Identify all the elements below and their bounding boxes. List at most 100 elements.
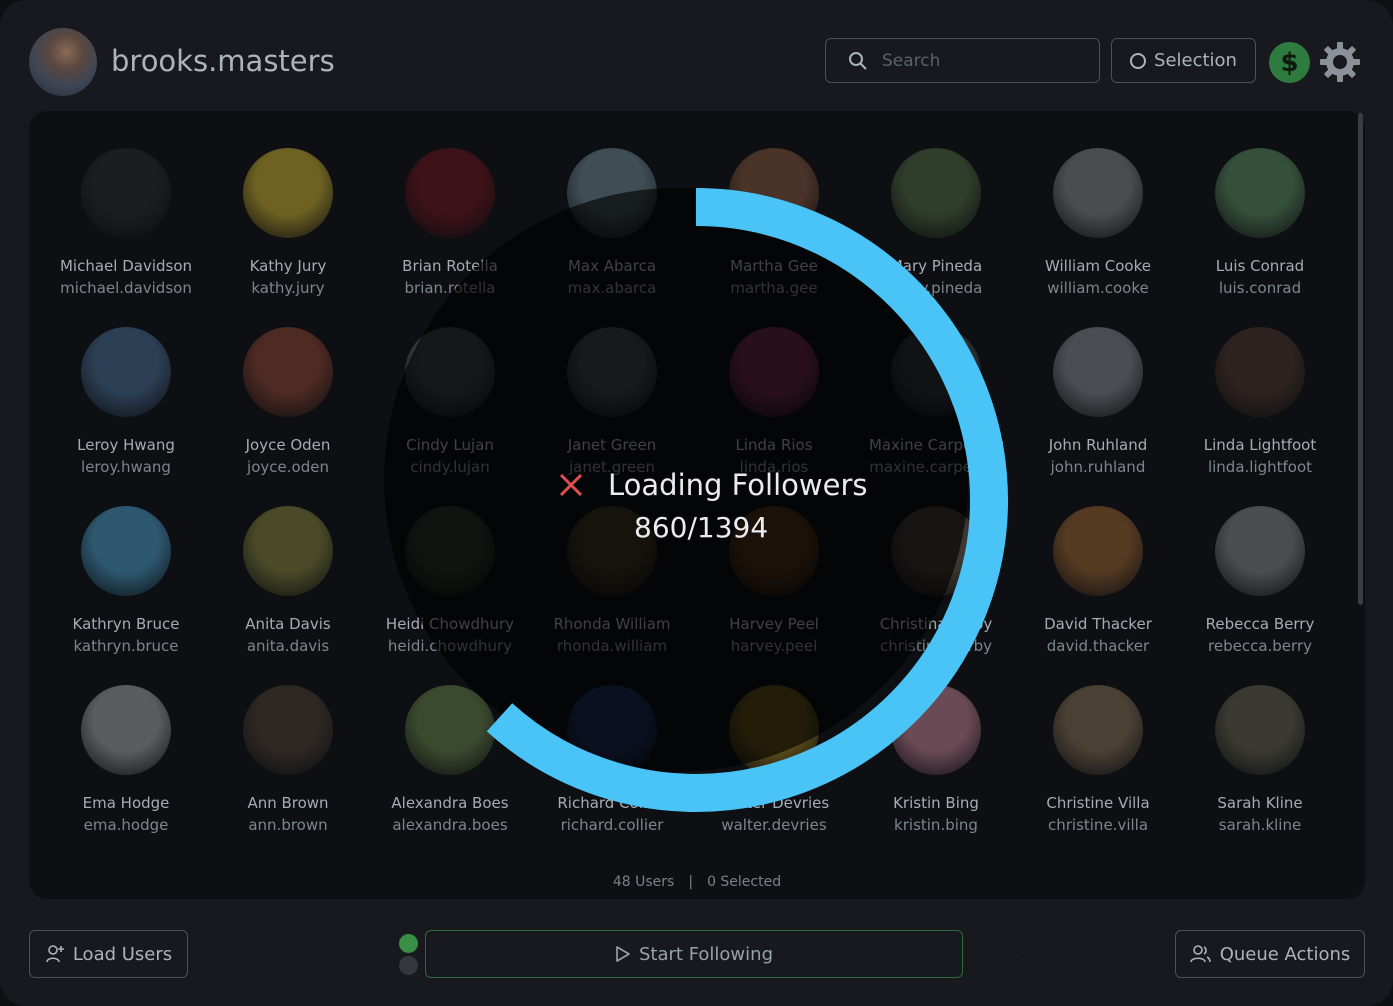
loading-title: Loading Followers (608, 468, 868, 502)
user-card[interactable]: Joyce Oden joyce.oden (207, 327, 369, 477)
add-user-icon (46, 945, 64, 963)
username-label: brooks.masters (111, 44, 335, 78)
queue-actions-button[interactable]: Queue Actions (1175, 930, 1365, 978)
user-name: Leroy Hwang (77, 436, 175, 454)
load-users-label: Load Users (72, 943, 173, 965)
search-icon (849, 51, 867, 70)
user-avatar (1215, 148, 1305, 238)
user-name: Joyce Oden (245, 436, 331, 454)
user-name: John Ruhland (1048, 436, 1148, 454)
user-card[interactable]: Ema Hodge ema.hodge (45, 685, 207, 835)
user-avatar (1215, 685, 1305, 775)
user-name: William Cooke (1045, 257, 1151, 275)
user-name: Ema Hodge (82, 794, 170, 812)
user-name: Rebecca Berry (1205, 615, 1315, 633)
user-name: Christine Villa (1046, 794, 1150, 812)
user-card[interactable]: Luis Conrad luis.conrad (1179, 148, 1341, 298)
user-card[interactable]: David Thacker david.thacker (1017, 506, 1179, 656)
search-box[interactable] (825, 38, 1100, 83)
selection-button[interactable]: Selection (1111, 38, 1256, 83)
user-handle: rebecca.berry (1208, 637, 1312, 655)
app-window: brooks.masters Selection $ (0, 0, 1393, 1006)
dollar-icon: $ (1280, 47, 1299, 78)
status-dot-inactive (399, 956, 418, 975)
user-card[interactable]: Kathy Jury kathy.jury (207, 148, 369, 298)
user-card[interactable]: Sarah Kline sarah.kline (1179, 685, 1341, 835)
user-name: Anita Davis (245, 615, 331, 633)
user-avatar (1215, 327, 1305, 417)
user-card[interactable]: Ann Brown ann.brown (207, 685, 369, 835)
gear-icon (1320, 42, 1360, 82)
loading-progress-text: 860/1394 (634, 511, 769, 544)
user-handle: kathy.jury (251, 279, 325, 297)
queue-actions-label: Queue Actions (1219, 943, 1351, 965)
user-name: Linda Lightfoot (1203, 436, 1317, 454)
profile-avatar[interactable] (29, 28, 97, 96)
user-avatar (81, 506, 171, 596)
user-card[interactable]: John Ruhland john.ruhland (1017, 327, 1179, 477)
user-handle: william.cooke (1047, 279, 1149, 297)
selected-count: 0 Selected (707, 874, 782, 890)
user-card[interactable]: Christine Villa christine.villa (1017, 685, 1179, 835)
user-handle: ema.hodge (83, 816, 169, 834)
user-name: David Thacker (1044, 615, 1152, 633)
settings-button[interactable] (1318, 40, 1362, 84)
user-avatar (81, 148, 171, 238)
user-name: Kathy Jury (249, 257, 327, 275)
user-handle: christine.villa (1047, 816, 1149, 834)
user-card[interactable]: Anita Davis anita.davis (207, 506, 369, 656)
users-icon (1189, 945, 1211, 963)
user-handle: linda.lightfoot (1207, 458, 1313, 476)
user-name: Luis Conrad (1215, 257, 1305, 275)
user-avatar (243, 148, 333, 238)
search-input[interactable] (880, 49, 1084, 72)
progress-ring (486, 188, 1008, 812)
start-following-button[interactable]: Start Following (425, 930, 963, 978)
user-name: Ann Brown (247, 794, 329, 812)
status-bar: 48 Users | 0 Selected (29, 874, 1365, 890)
start-following-label: Start Following (639, 943, 773, 965)
user-avatar (81, 685, 171, 775)
user-avatar (243, 685, 333, 775)
user-card[interactable]: Michael Davidson michael.davidson (45, 148, 207, 298)
user-card[interactable]: William Cooke william.cooke (1017, 148, 1179, 298)
load-users-button[interactable]: Load Users (29, 930, 188, 978)
user-avatar (1215, 506, 1305, 596)
dollar-button[interactable]: $ (1269, 42, 1310, 83)
user-handle: kristin.bing (894, 816, 978, 834)
status-dot-active (399, 934, 418, 953)
user-handle: ann.brown (248, 816, 328, 834)
user-handle: sarah.kline (1218, 816, 1302, 834)
user-handle: anita.davis (246, 637, 330, 655)
user-name: Sarah Kline (1217, 794, 1303, 812)
user-card[interactable]: Linda Lightfoot linda.lightfoot (1179, 327, 1341, 477)
scrollbar[interactable] (1358, 113, 1363, 605)
user-handle: walter.devries (721, 816, 827, 834)
user-handle: john.ruhland (1050, 458, 1146, 476)
cancel-icon[interactable] (557, 471, 585, 499)
user-card[interactable]: Kathryn Bruce kathryn.bruce (45, 506, 207, 656)
user-avatar (1053, 327, 1143, 417)
user-handle: luis.conrad (1218, 279, 1302, 297)
status-separator: | (688, 874, 694, 890)
user-card[interactable]: Rebecca Berry rebecca.berry (1179, 506, 1341, 656)
user-handle: kathryn.bruce (73, 637, 179, 655)
user-name: Michael Davidson (59, 257, 193, 275)
user-card[interactable]: Leroy Hwang leroy.hwang (45, 327, 207, 477)
user-handle: david.thacker (1046, 637, 1150, 655)
user-avatar (243, 506, 333, 596)
user-avatar (1053, 148, 1143, 238)
user-avatar (81, 327, 171, 417)
play-icon (616, 946, 630, 962)
selection-label: Selection (1154, 50, 1237, 71)
users-count: 48 Users (612, 874, 675, 890)
user-handle: michael.davidson (60, 279, 192, 297)
user-handle: joyce.oden (247, 458, 329, 476)
circle-icon (1130, 52, 1147, 69)
user-avatar (243, 327, 333, 417)
user-avatar (1053, 685, 1143, 775)
user-avatar (1053, 506, 1143, 596)
user-handle: leroy.hwang (81, 458, 171, 476)
user-handle: alexandra.boes (392, 816, 508, 834)
user-handle: richard.collier (560, 816, 664, 834)
